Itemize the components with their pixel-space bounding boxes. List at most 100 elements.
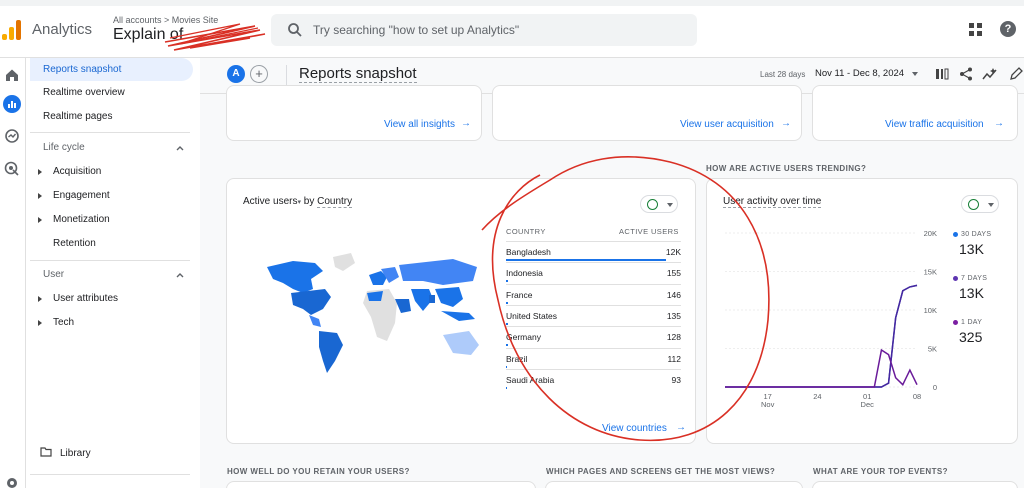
expand-arrow-icon[interactable] [38, 193, 42, 199]
y-tick-label: 5K [928, 345, 937, 354]
nav-user-attributes[interactable]: User attributes [53, 293, 118, 304]
chevron-down-icon[interactable] [912, 72, 918, 76]
nav-library[interactable]: Library [60, 448, 91, 459]
series-line[interactable] [725, 284, 918, 388]
legend-label: 7 DAYS [961, 275, 988, 282]
share-bar [506, 322, 508, 325]
expand-arrow-icon[interactable] [38, 320, 42, 326]
settings-icon[interactable] [3, 474, 21, 488]
country-name: Saudi Arabia [506, 374, 555, 385]
home-icon[interactable] [3, 66, 21, 84]
country-name: Indonesia [506, 268, 543, 279]
chevron-up-icon[interactable] [176, 271, 184, 279]
nav-section-lifecycle[interactable]: Life cycle [43, 142, 85, 153]
expand-arrow-icon[interactable] [38, 217, 42, 223]
arrow-right-icon[interactable]: → [781, 118, 791, 129]
y-tick-label: 10K [924, 306, 937, 315]
search-icon [288, 23, 302, 37]
comparison-avatar[interactable]: A [227, 65, 245, 83]
chevron-down-icon [988, 203, 994, 207]
search-input[interactable]: Try searching "how to set up Analytics" [271, 14, 697, 46]
country-card: Active users▾ by Country COUNTRY ACTIVE … [226, 178, 696, 444]
events-section-label: WHAT ARE YOUR TOP EVENTS? [813, 467, 948, 476]
edit-icon[interactable] [1008, 66, 1024, 82]
arrow-right-icon[interactable]: → [676, 422, 686, 433]
table-row[interactable]: Germany 128 [506, 326, 681, 347]
series-line[interactable] [725, 284, 918, 388]
chevron-up-icon[interactable] [176, 144, 184, 152]
metric-selector[interactable]: Active users [243, 196, 297, 207]
nav-engagement[interactable]: Engagement [53, 190, 110, 201]
table-row[interactable]: Indonesia 155 [506, 262, 681, 283]
column-header-active-users[interactable]: ACTIVE USERS [619, 227, 679, 236]
nav-reports-snapshot[interactable]: Reports snapshot [30, 58, 193, 81]
world-map[interactable] [263, 249, 493, 389]
expand-arrow-icon[interactable] [38, 296, 42, 302]
legend-value: 13K [959, 285, 984, 301]
nav-divider [30, 132, 190, 133]
country-name: Germany [506, 332, 541, 343]
nav-monetization[interactable]: Monetization [53, 214, 110, 225]
page-title: Reports snapshot [299, 65, 417, 83]
apps-grid-icon[interactable] [969, 23, 983, 37]
browser-strip [0, 0, 1024, 6]
x-tick-label: Nov [761, 400, 775, 409]
advertising-icon[interactable] [3, 160, 21, 178]
table-row[interactable]: Bangladesh 12K [506, 241, 681, 262]
nav-retention[interactable]: Retention [53, 238, 96, 249]
legend-dot [953, 320, 958, 325]
y-tick-label: 20K [924, 229, 937, 238]
app-name: Analytics [32, 21, 93, 38]
explore-icon[interactable] [3, 127, 21, 145]
expand-arrow-icon[interactable] [38, 169, 42, 175]
arrow-right-icon[interactable]: → [461, 118, 471, 129]
sidebar: Reports snapshot Realtime overview Realt… [26, 58, 200, 488]
country-card-title: Active users▾ by Country [243, 196, 353, 208]
data-quality-button[interactable] [640, 195, 678, 213]
caret-down-icon[interactable]: ▾ [297, 199, 301, 206]
view-traffic-acquisition-link[interactable]: View traffic acquisition [885, 119, 984, 130]
date-range-picker[interactable]: Nov 11 - Dec 8, 2024 [815, 68, 904, 79]
add-comparison-button[interactable]: + [250, 65, 268, 83]
chevron-down-icon [667, 203, 673, 207]
user-activity-title[interactable]: User activity over time [723, 196, 822, 208]
view-countries-link[interactable]: View countries [602, 423, 667, 434]
y-tick-label: 15K [924, 268, 937, 277]
active-users-value: 112 [667, 353, 681, 364]
reports-icon[interactable] [3, 95, 21, 113]
nav-section-user[interactable]: User [43, 269, 64, 280]
redaction-scribble [164, 23, 266, 51]
nav-acquisition[interactable]: Acquisition [53, 166, 101, 177]
active-users-value: 93 [671, 374, 681, 385]
country-name: United States [506, 310, 558, 321]
insights-icon[interactable] [982, 66, 998, 82]
title-by: by [303, 196, 315, 207]
data-quality-button[interactable] [961, 195, 999, 213]
compare-icon[interactable] [934, 66, 950, 82]
arrow-right-icon[interactable]: → [994, 118, 1004, 129]
dimension-selector[interactable]: Country [317, 196, 353, 208]
legend-label: 1 DAY [961, 319, 983, 326]
nav-realtime-overview[interactable]: Realtime overview [30, 81, 193, 104]
analytics-logo-icon[interactable] [2, 18, 22, 40]
nav-realtime-pages[interactable]: Realtime pages [30, 105, 193, 128]
nav-divider [30, 260, 190, 261]
retention-card [226, 481, 536, 488]
nav-tech[interactable]: Tech [53, 317, 74, 328]
view-all-insights-link[interactable]: View all insights [384, 119, 455, 130]
help-icon[interactable]: ? [1000, 21, 1016, 37]
column-header-country[interactable]: COUNTRY [506, 227, 546, 236]
left-rail [0, 58, 26, 488]
table-row[interactable]: Saudi Arabia 93 [506, 368, 681, 390]
view-user-acquisition-link[interactable]: View user acquisition [680, 119, 774, 130]
table-row[interactable]: United States 135 [506, 304, 681, 326]
legend-label: 30 DAYS [961, 231, 992, 238]
legend-dot [953, 276, 958, 281]
user-activity-card: User activity over time 0 5K 10K 15K 20K 17 No… [706, 178, 1018, 444]
date-range-label: Last 28 days [760, 70, 806, 79]
table-row[interactable]: Brazil 112 [506, 347, 681, 369]
legend-value: 325 [959, 329, 983, 345]
events-card [812, 481, 1018, 488]
share-icon[interactable] [958, 66, 974, 82]
table-row[interactable]: France 146 [506, 283, 681, 305]
